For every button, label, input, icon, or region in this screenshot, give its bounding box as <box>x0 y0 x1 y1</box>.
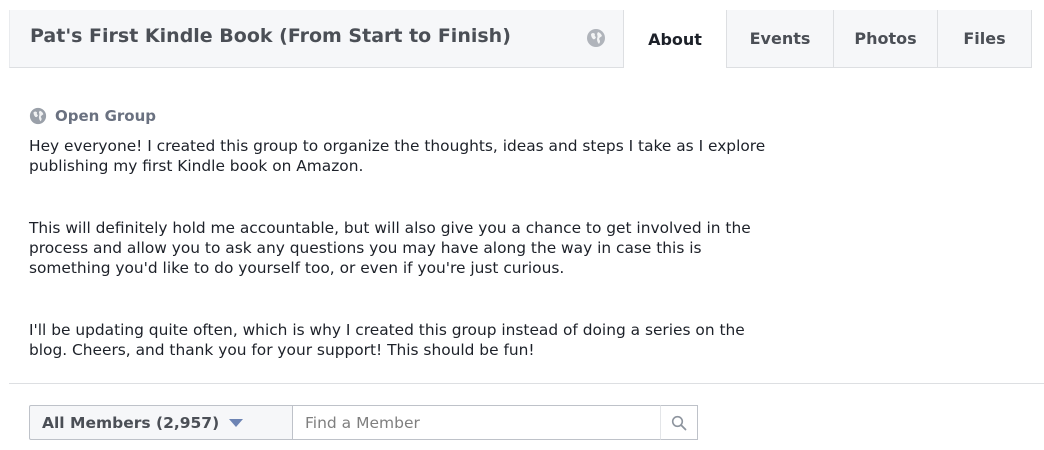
description-line: I'll be updating quite often, which is w… <box>29 321 745 339</box>
group-privacy: Open Group <box>29 106 156 126</box>
tab-photos-label: Photos <box>854 29 917 48</box>
description-paragraph: I'll be updating quite often, which is w… <box>29 320 989 360</box>
caret-down-icon <box>229 418 244 427</box>
group-header: Pat's First Kindle Book (From Start to F… <box>9 10 1032 68</box>
description-line: blog. Cheers, and thank you for your sup… <box>29 341 535 359</box>
members-filter-dropdown[interactable]: All Members (2,957) <box>29 405 293 440</box>
description-paragraph: This will definitely hold me accountable… <box>29 218 989 278</box>
description-line: Hey everyone! I created this group to or… <box>29 137 766 155</box>
tab-photos[interactable]: Photos <box>833 10 937 67</box>
privacy-label: Open Group <box>55 107 156 125</box>
find-member-input[interactable] <box>292 405 660 440</box>
tab-about-label: About <box>648 29 702 49</box>
globe-icon <box>29 107 47 125</box>
description-line: process and allow you to ask any questio… <box>29 239 702 257</box>
description-line: something you'd like to do yourself too,… <box>29 259 565 277</box>
description-line: This will definitely hold me accountable… <box>29 219 751 237</box>
search-icon <box>671 415 687 430</box>
tab-events[interactable]: Events <box>726 10 833 67</box>
group-page: Pat's First Kindle Book (From Start to F… <box>0 0 1044 450</box>
tab-files-label: Files <box>963 29 1006 48</box>
tab-events-label: Events <box>749 29 811 48</box>
description-line: publishing my first Kindle book on Amazo… <box>29 157 364 175</box>
section-divider <box>9 383 1044 384</box>
tab-about[interactable]: About <box>623 10 726 68</box>
group-title[interactable]: Pat's First Kindle Book (From Start to F… <box>30 25 511 47</box>
description-paragraph: Hey everyone! I created this group to or… <box>29 136 989 176</box>
members-filter-label: All Members (2,957) <box>42 413 220 432</box>
globe-icon <box>587 29 605 47</box>
tab-files[interactable]: Files <box>937 10 1032 67</box>
search-button[interactable] <box>660 405 698 440</box>
